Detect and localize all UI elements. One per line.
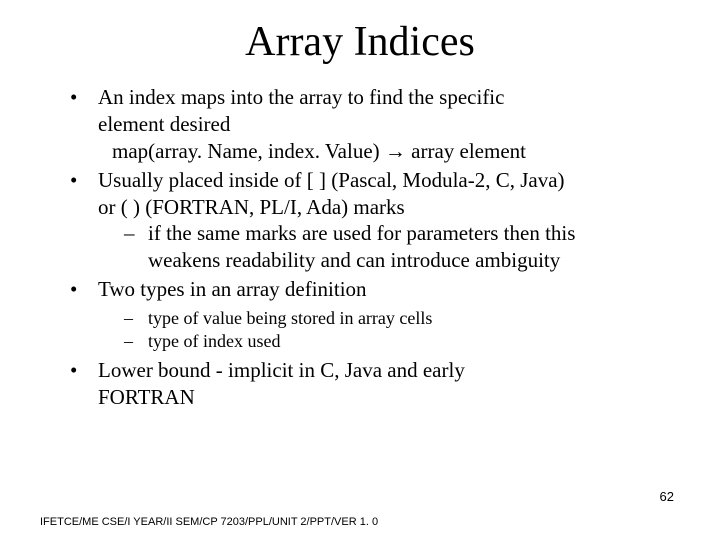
sub-item: type of value being stored in array cell… <box>124 307 680 330</box>
sub-list: if the same marks are used for parameter… <box>124 220 680 274</box>
bullet-text: weakens readability and can introduce am… <box>148 248 560 272</box>
bullet-item: Two types in an array definition type of… <box>70 276 680 353</box>
slide-title: Array Indices <box>40 18 680 66</box>
bullet-text: map(array. Name, index. Value) → array e… <box>98 138 680 165</box>
bullet-item: An index maps into the array to find the… <box>70 84 680 165</box>
bullet-text: An index maps into the array to find the… <box>98 85 504 109</box>
bullet-text: Usually placed inside of [ ] (Pascal, Mo… <box>98 168 565 192</box>
bullet-text: type of value being stored in array cell… <box>148 308 432 328</box>
sub-list: type of value being stored in array cell… <box>124 307 680 353</box>
bullet-item: Lower bound - implicit in C, Java and ea… <box>70 357 680 411</box>
bullet-text: type of index used <box>148 331 280 351</box>
bullet-text: element desired <box>98 112 230 136</box>
bullet-text: Two types in an array definition <box>98 277 367 301</box>
sub-item: type of index used <box>124 330 680 353</box>
sub-item: if the same marks are used for parameter… <box>124 220 680 274</box>
slide: Array Indices An index maps into the arr… <box>0 0 720 540</box>
bullet-text: if the same marks are used for parameter… <box>148 221 575 245</box>
bullet-list: An index maps into the array to find the… <box>70 84 680 411</box>
bullet-item: Usually placed inside of [ ] (Pascal, Mo… <box>70 167 680 275</box>
footer-text: IFETCE/ME CSE/I YEAR/II SEM/CP 7203/PPL/… <box>40 516 378 528</box>
bullet-text: or ( ) (FORTRAN, PL/I, Ada) marks <box>98 195 405 219</box>
bullet-text: Lower bound - implicit in C, Java and ea… <box>98 358 465 382</box>
bullet-text: FORTRAN <box>98 385 195 409</box>
page-number: 62 <box>660 489 674 504</box>
